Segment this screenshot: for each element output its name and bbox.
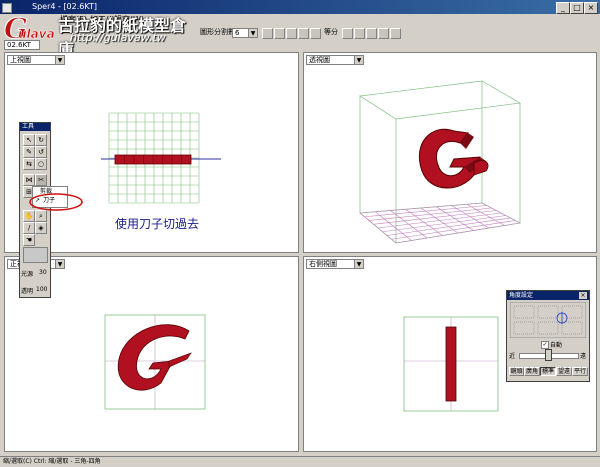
transparency-value[interactable]: 100 — [36, 286, 47, 293]
join-icon[interactable]: ⋈ — [23, 174, 35, 186]
lasso-icon[interactable]: ○ — [35, 158, 47, 170]
rotate-icon[interactable]: ↻ — [35, 134, 47, 146]
toolbar-tool-icon-1[interactable] — [262, 28, 273, 39]
perspective-floor-grid — [359, 202, 521, 244]
status-text: 縮/選取(C) Ctrl: 縮/選取 - 三角-四角 — [3, 458, 101, 465]
angle-preview — [510, 302, 586, 338]
rotate-ccw-icon[interactable]: ↺ — [35, 146, 47, 158]
pane-perspective-view[interactable]: 透視圖 ▼ — [303, 52, 597, 253]
pen-icon[interactable]: ✎ — [23, 146, 35, 158]
toolbar-tool-icon-4[interactable] — [298, 28, 309, 39]
brush-icon[interactable]: / — [23, 222, 35, 234]
toolbar-tool-icon-3[interactable] — [286, 28, 297, 39]
minimize-button[interactable]: _ — [556, 2, 570, 14]
svg-text:ulava: ulava — [18, 27, 55, 41]
far-label: 遠 — [580, 353, 587, 360]
distance-slider-thumb[interactable] — [545, 349, 552, 361]
floor-grid-line — [382, 215, 506, 233]
move-icon[interactable]: ⇆ — [23, 158, 35, 170]
light-label: 光源 — [21, 271, 34, 278]
scissors-icon[interactable]: ✂ — [35, 174, 47, 186]
toolbar-tool-icon-9[interactable] — [378, 28, 389, 39]
watermark: G ulava 古拉豹的紙模型倉庫 http://gulavaw.tw — [0, 0, 200, 60]
near-label: 近 — [509, 353, 516, 360]
floor-grid-line — [395, 222, 521, 244]
angle-panel-title: 角度設定 — [507, 291, 589, 300]
split-count-select[interactable]: 6 ▼ — [232, 28, 258, 38]
light-value[interactable]: 30 — [39, 269, 47, 276]
toolbar-tool-icon-2[interactable] — [274, 28, 285, 39]
toolbar-tool-icon-5[interactable] — [310, 28, 321, 39]
right-view-model — [445, 326, 457, 402]
auto-checkbox-label: 自動 — [550, 342, 563, 349]
close-button[interactable]: × — [584, 2, 598, 14]
highlight-ellipse — [29, 193, 83, 211]
toolbar-tool-icon-8[interactable] — [366, 28, 377, 39]
angle-settings-panel: 角度設定 × ✓ 自動 近 遠 鏡頭 廣角 標準 望遠 平行 — [506, 290, 590, 382]
lens-button-parallel[interactable]: 平行 — [572, 367, 588, 376]
perspective-model — [418, 128, 489, 189]
lens-button-camera[interactable]: 鏡頭 — [509, 367, 524, 376]
chevron-down-icon: ▼ — [248, 29, 257, 37]
hand-small-icon[interactable]: ☚ — [23, 234, 35, 246]
select-arrow-icon[interactable]: ↖ — [23, 134, 35, 146]
perspective-canvas — [358, 80, 522, 244]
floor-grid-line — [481, 202, 521, 224]
watermark-url: http://gulavaw.tw — [70, 31, 166, 44]
lens-button-standard[interactable]: 標準 — [540, 367, 556, 376]
lens-button-wide[interactable]: 廣角 — [524, 367, 540, 376]
lens-button-telephoto[interactable]: 望遠 — [556, 367, 572, 376]
caption-text: 使用刀子切過去 — [115, 217, 200, 231]
split-count-value: 6 — [235, 29, 240, 37]
color-swatch[interactable] — [23, 247, 48, 263]
floor-grid-line — [466, 203, 505, 226]
maximize-button[interactable]: □ — [570, 2, 584, 14]
floor-grid-line — [391, 220, 516, 240]
front-view-model-tail — [168, 352, 192, 368]
auto-checkbox[interactable]: ✓ — [541, 341, 549, 349]
toolbar-tool-icon-7[interactable] — [354, 28, 365, 39]
angle-panel-close-button[interactable]: × — [579, 292, 587, 299]
toolbar-tool-icon-10[interactable] — [390, 28, 401, 39]
equal-parts-label: 等分 — [324, 28, 338, 36]
transparency-label: 透明 — [21, 288, 34, 295]
split-count-label: 圖形分割數 — [200, 28, 235, 36]
paint-bucket-icon[interactable]: ◈ — [35, 222, 47, 234]
status-bar: 縮/選取(C) Ctrl: 縮/選取 - 三角-四角 — [0, 456, 600, 467]
tool-palette-title: 工具 — [20, 123, 50, 131]
toolbar-tool-icon-6[interactable] — [342, 28, 353, 39]
